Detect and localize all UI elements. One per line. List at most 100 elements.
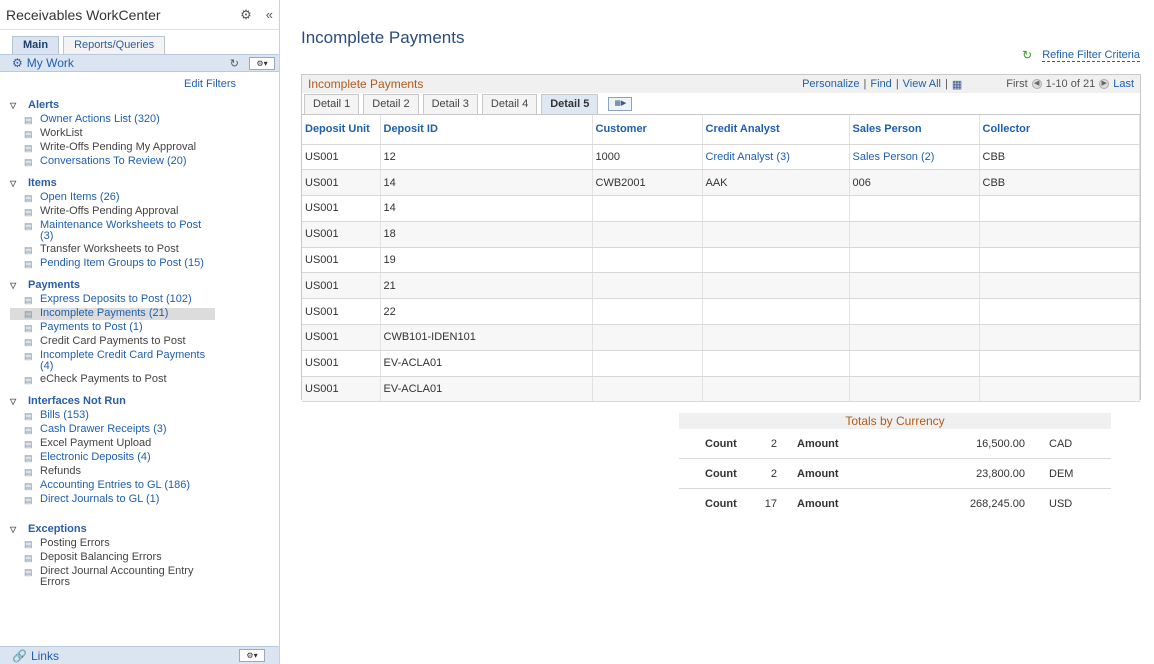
table-row: US001 12 1000 Credit Analyst (3) Sales Perso… <box>302 144 1140 171</box>
sidebar-item-label: Incomplete Payments (21) <box>40 307 169 319</box>
collapse-triangle-icon[interactable]: ▽ <box>10 281 20 290</box>
sidebar-item-label: Electronic Deposits (4) <box>40 451 151 463</box>
sidebar-item[interactable]: ▤ Conversations To Review (20) <box>10 156 279 168</box>
tab-reports-queries[interactable]: Reports/Queries <box>63 36 166 54</box>
links-options-button[interactable]: ⚙▾ <box>239 649 265 662</box>
count-label: Count <box>705 498 737 510</box>
table-cell <box>849 376 980 403</box>
sidebar-item: ▤ Excel Payment Upload <box>10 438 279 450</box>
collapse-triangle-icon[interactable]: ▽ <box>10 101 20 110</box>
section-header[interactable]: ▽ Items <box>10 176 279 190</box>
column-header[interactable]: Deposit ID <box>380 115 593 145</box>
sidebar-item[interactable]: ▤ Accounting Entries to GL (186) <box>10 480 279 492</box>
refresh-icon[interactable]: ↻ <box>1022 48 1032 62</box>
links-icon: 🔗 <box>12 648 27 663</box>
workcenter-title: Receivables WorkCenter <box>6 6 161 23</box>
download-grid-icon[interactable]: ▦ <box>952 78 962 91</box>
show-all-columns-icon[interactable]: ▦▶ <box>608 97 633 111</box>
tab-main[interactable]: Main <box>12 36 60 54</box>
section-header[interactable]: ▽ Alerts <box>10 98 279 112</box>
sidebar-item-label: Accounting Entries to GL (186) <box>40 479 191 491</box>
sidebar-item[interactable]: ▤ Pending Item Groups to Post (15) <box>10 258 279 270</box>
amount-label: Amount <box>797 437 839 450</box>
column-header[interactable]: Collector <box>979 115 1140 145</box>
sidebar-item[interactable]: ▤ Direct Journals to GL (1) <box>10 494 279 506</box>
sidebar-item-label: Express Deposits to Post (102) <box>40 293 192 305</box>
table-cell: 19 <box>380 247 593 274</box>
sidebar-item[interactable]: ▤ Express Deposits to Post (102) <box>10 294 279 306</box>
tab-detail-1[interactable]: Detail 1 <box>304 94 360 114</box>
column-header[interactable]: Customer <box>592 115 703 145</box>
page-link-icon: ▤ <box>24 467 33 477</box>
section-header[interactable]: ▽ Interfaces Not Run <box>10 394 279 408</box>
tab-detail-5[interactable]: Detail 5 <box>541 94 599 114</box>
table-cell <box>849 247 980 274</box>
my-work-options-button[interactable]: ⚙▾ <box>249 56 275 70</box>
amount-value: 23,800.00 <box>976 467 1025 480</box>
table-cell: US001 <box>302 272 381 300</box>
table-cell: 12 <box>380 144 593 171</box>
count-value: 2 <box>770 437 777 450</box>
sidebar-item[interactable]: ▤ Incomplete Credit Card Payments (4) <box>10 350 279 372</box>
sidebar-item[interactable]: ▤ Electronic Deposits (4) <box>10 452 279 464</box>
personalize-link[interactable]: Personalize <box>802 78 859 90</box>
page-link-icon: ▤ <box>24 309 33 319</box>
table-cell: 22 <box>380 298 593 326</box>
previous-icon[interactable]: ◀ <box>1031 79 1042 89</box>
table-cell <box>979 350 1140 377</box>
totals-title: Totals by Currency <box>679 413 1111 429</box>
table-cell: US001 <box>302 298 381 326</box>
refine-filter-link[interactable]: Refine Filter Criteria <box>1042 49 1140 62</box>
tab-detail-2[interactable]: Detail 2 <box>363 94 419 114</box>
column-header[interactable]: Sales Person <box>849 115 980 145</box>
table-cell <box>979 195 1140 222</box>
page-link-icon: ▤ <box>24 295 33 305</box>
table-cell <box>849 350 980 377</box>
table-cell: EV-ACLA01 <box>380 376 593 403</box>
refresh-icon[interactable]: ↻ <box>230 57 239 70</box>
sidebar-item[interactable]: ▤ Incomplete Payments (21) <box>10 308 215 320</box>
table-row: US001 18 <box>302 221 1140 248</box>
sidebar-item-label: Cash Drawer Receipts (3) <box>40 423 167 435</box>
sidebar-item[interactable]: ▤ Cash Drawer Receipts (3) <box>10 424 279 436</box>
page-link-icon: ▤ <box>24 481 33 491</box>
collapse-icon[interactable]: « <box>266 7 273 23</box>
section-header[interactable]: ▽ Payments <box>10 278 279 292</box>
links-header: 🔗 Links ⚙▾ <box>0 646 279 664</box>
sidebar-item[interactable]: ▤ Payments to Post (1) <box>10 322 279 334</box>
find-link[interactable]: Find <box>870 78 891 90</box>
tab-detail-3[interactable]: Detail 3 <box>422 94 478 114</box>
collapse-triangle-icon[interactable]: ▽ <box>10 525 20 534</box>
credit-analyst-link[interactable]: Credit Analyst (3) <box>706 151 790 163</box>
table-cell: US001 <box>302 376 381 403</box>
column-header[interactable]: Credit Analyst <box>702 115 850 145</box>
sidebar-item-label: Refunds <box>40 465 81 477</box>
collapse-triangle-icon[interactable]: ▽ <box>10 397 20 406</box>
table-cell <box>979 272 1140 300</box>
edit-filters-link[interactable]: Edit Filters <box>184 78 236 90</box>
table-cell: CBB <box>979 144 1140 171</box>
table-cell <box>849 221 980 248</box>
table-cell: US001 <box>302 247 381 274</box>
sidebar-item[interactable]: ▤ Open Items (26) <box>10 192 279 204</box>
table-cell <box>849 195 980 222</box>
sales-person-link[interactable]: Sales Person (2) <box>853 151 935 163</box>
view-all-link[interactable]: View All <box>903 78 941 90</box>
main-content: Incomplete Payments ↻ Refine Filter Crit… <box>281 0 1154 664</box>
section-header[interactable]: ▽ Exceptions <box>10 522 279 536</box>
sidebar-item[interactable]: ▤ Bills (153) <box>10 410 279 422</box>
sidebar-item-label: Conversations To Review (20) <box>40 155 187 167</box>
sidebar-item[interactable]: ▤ Owner Actions List (320) <box>10 114 279 126</box>
tab-detail-4[interactable]: Detail 4 <box>481 94 538 114</box>
column-header[interactable]: Deposit Unit <box>302 115 381 145</box>
collapse-triangle-icon[interactable]: ▽ <box>10 179 20 188</box>
sidebar-item-label: Excel Payment Upload <box>40 437 152 449</box>
last-link[interactable]: Last <box>1113 78 1134 90</box>
section-alerts: ▽ Alerts ▤ Owner Actions List (320) ▤ WorkLis… <box>0 98 279 168</box>
settings-icon[interactable]: ⚙ <box>240 7 252 23</box>
next-icon[interactable]: ▶ <box>1099 79 1110 89</box>
page-link-icon: ▤ <box>24 553 33 563</box>
sidebar-item[interactable]: ▤ Maintenance Worksheets to Post (3) <box>10 220 279 242</box>
count-value: 2 <box>770 467 777 480</box>
detail-tabs: Detail 1 Detail 2 Detail 3 Detail 4 Deta… <box>302 93 1140 115</box>
